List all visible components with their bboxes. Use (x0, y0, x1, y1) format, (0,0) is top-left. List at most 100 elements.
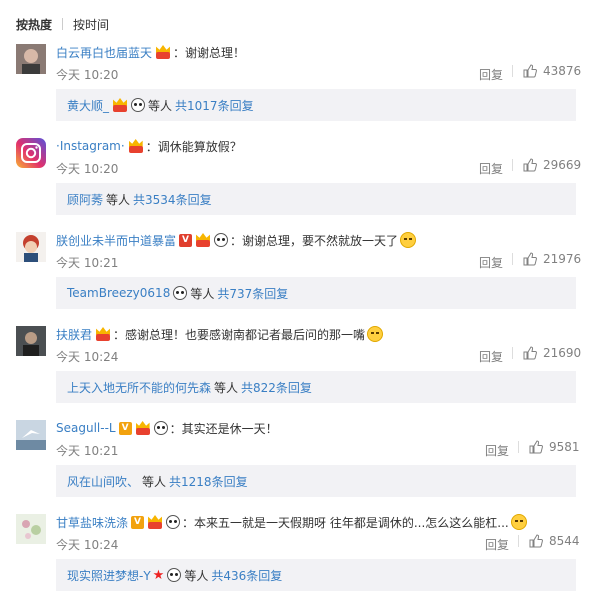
avatar[interactable] (16, 138, 46, 168)
reply-username[interactable]: TeamBreezy0618 (67, 286, 170, 300)
reply-username[interactable]: 现实照进梦想-Y (67, 567, 151, 584)
verified-icon (131, 515, 145, 529)
thumbs-up-icon (529, 440, 543, 454)
avatar[interactable] (16, 514, 46, 544)
reply-username[interactable]: 黄大顺_ (67, 97, 109, 114)
view-replies-link[interactable]: 共1017条回复 (175, 97, 254, 114)
reply-button[interactable]: 回复 (479, 160, 503, 177)
verified-icon (179, 233, 193, 247)
panda-icon (166, 515, 181, 529)
sub-replies: 现实照进梦想-Y ★ 等人 共436条回复 (56, 559, 576, 591)
verified-icon (118, 421, 132, 435)
comment-time: 今天 10:20 (56, 162, 119, 176)
thumbs-up-icon (523, 346, 537, 360)
member-badge-icon (195, 233, 211, 247)
reply-button[interactable]: 回复 (485, 536, 509, 553)
reply-button[interactable]: 回复 (485, 442, 509, 459)
sort-bar: 按热度 按时间 (16, 15, 109, 33)
like-button[interactable]: 8544 (518, 534, 580, 548)
username[interactable]: 朕创业未半而中道暴富 (56, 232, 176, 249)
divider (62, 18, 64, 30)
panda-icon (131, 98, 146, 112)
comment-time: 今天 10:24 (56, 350, 119, 364)
comment-text: 其实还是休一天！ (181, 421, 278, 436)
reply-button[interactable]: 回复 (479, 254, 503, 271)
view-replies-link[interactable]: 共822条回复 (241, 379, 312, 396)
username[interactable]: ·Instagram· (56, 139, 125, 153)
sub-replies: TeamBreezy0618 等人 共737条回复 (56, 277, 576, 309)
like-count: 21690 (543, 346, 582, 360)
sub-etc-label: 等人 (106, 192, 131, 207)
like-count: 43876 (543, 64, 582, 78)
like-button[interactable]: 21976 (512, 252, 581, 266)
like-count: 9581 (549, 440, 580, 454)
emoji-icon (510, 514, 527, 530)
comment-time: 今天 10:24 (56, 538, 119, 552)
comment-time: 今天 10:21 (56, 256, 119, 270)
reply-username[interactable]: 顾阿莠 (67, 191, 103, 208)
comment-item: 扶朕君 ： 感谢总理！也要感谢南都记者最后问的那一嘴 今天 10:24 回复 2… (0, 322, 590, 416)
panda-icon (173, 286, 188, 300)
panda-icon (214, 233, 229, 247)
comment-time: 今天 10:21 (56, 444, 119, 458)
sub-etc-label: 等人 (142, 474, 167, 489)
avatar[interactable] (16, 420, 46, 450)
view-replies-link[interactable]: 共436条回复 (211, 567, 282, 584)
comment-text: 调休能算放假？ (157, 139, 242, 154)
sub-etc-label: 等人 (190, 286, 215, 301)
member-badge-icon (128, 139, 144, 153)
username[interactable]: 白云再白也届蓝天 (56, 44, 152, 61)
emoji-icon (400, 232, 417, 248)
sort-by-time-tab[interactable]: 按时间 (73, 16, 109, 33)
sub-replies: 上天入地无所不能的何先森 等人 共822条回复 (56, 371, 576, 403)
like-count: 21976 (543, 252, 582, 266)
like-button[interactable]: 9581 (518, 440, 580, 454)
comment-item: 甘草盐味洗涤 ： 本来五一就是一天假期呀 往年都是调休的...怎么这么能杠...… (0, 510, 590, 603)
member-badge-icon (147, 515, 163, 529)
comment-item: 朕创业未半而中道暴富 ： 谢谢总理，要不然就放一天了 今天 10:21 回复 2… (0, 228, 590, 322)
member-badge-icon (155, 45, 171, 59)
like-count: 29669 (543, 158, 582, 172)
sub-etc-label: 等人 (184, 568, 209, 583)
like-count: 8544 (549, 534, 580, 548)
member-badge-icon (112, 98, 128, 112)
member-badge-icon (135, 421, 151, 435)
reply-button[interactable]: 回复 (479, 66, 503, 83)
username[interactable]: Seagull--L (56, 421, 116, 435)
comment-item: ·Instagram· ： 调休能算放假？ 今天 10:20 回复 29669 … (0, 134, 590, 228)
like-button[interactable]: 21690 (512, 346, 581, 360)
avatar[interactable] (16, 326, 46, 356)
comment-item: Seagull--L ： 其实还是休一天！ 今天 10:21 回复 9581 风… (0, 416, 590, 510)
avatar[interactable] (16, 44, 46, 74)
username[interactable]: 扶朕君 (56, 326, 92, 343)
view-replies-link[interactable]: 共737条回复 (217, 285, 288, 302)
view-replies-link[interactable]: 共3534条回复 (133, 191, 212, 208)
sub-replies: 风在山间吹、 等人 共1218条回复 (56, 465, 576, 497)
comment-text: 谢谢总理，要不然就放一天了 (242, 233, 399, 248)
sub-etc-label: 等人 (148, 98, 173, 113)
thumbs-up-icon (523, 252, 537, 266)
emoji-icon (367, 326, 384, 342)
like-button[interactable]: 29669 (512, 158, 581, 172)
reply-username[interactable]: 风在山间吹、 (67, 473, 139, 490)
thumbs-up-icon (523, 64, 537, 78)
panda-icon (167, 568, 182, 582)
thumbs-up-icon (529, 534, 543, 548)
sub-replies: 顾阿莠 等人 共3534条回复 (56, 183, 576, 215)
panda-icon (153, 421, 168, 435)
avatar[interactable] (16, 232, 46, 262)
sub-etc-label: 等人 (214, 380, 239, 395)
sort-by-hot-tab[interactable]: 按热度 (16, 16, 52, 33)
view-replies-link[interactable]: 共1218条回复 (169, 473, 248, 490)
star-icon: ★ (152, 567, 165, 583)
username[interactable]: 甘草盐味洗涤 (56, 514, 128, 531)
reply-username[interactable]: 上天入地无所不能的何先森 (67, 379, 211, 396)
comment-text: 本来五一就是一天假期呀 往年都是调休的...怎么这么能杠... (194, 515, 509, 530)
comment-item: 白云再白也届蓝天 ： 谢谢总理！ 今天 10:20 回复 43876 黄大顺_ … (0, 40, 590, 134)
like-button[interactable]: 43876 (512, 64, 581, 78)
sub-replies: 黄大顺_ 等人 共1017条回复 (56, 89, 576, 121)
reply-button[interactable]: 回复 (479, 348, 503, 365)
comment-time: 今天 10:20 (56, 68, 119, 82)
comment-text: 谢谢总理！ (185, 45, 246, 60)
member-badge-icon (95, 327, 111, 341)
